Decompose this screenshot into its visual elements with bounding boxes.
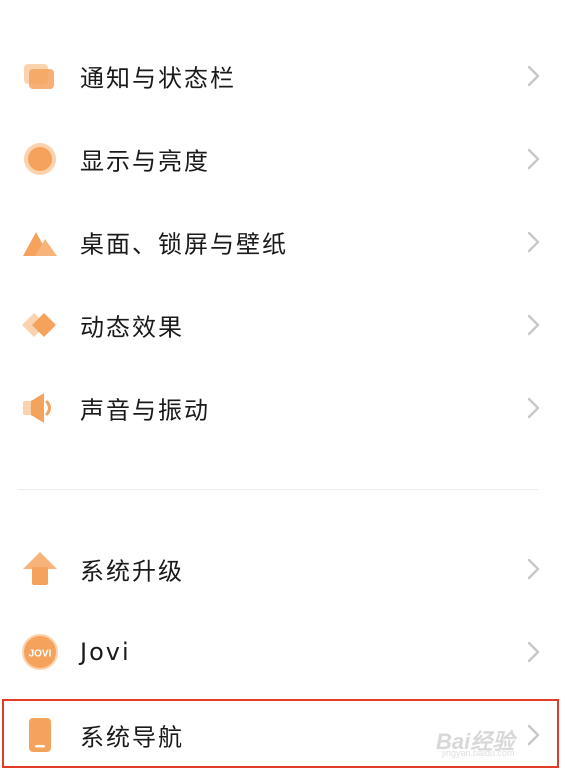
- watermark-url: jingyan.baidu.com: [442, 748, 515, 758]
- jovi-logo-text: JOVI: [29, 649, 52, 660]
- chevron-right-icon: [525, 396, 541, 420]
- wallpaper-icon: [20, 222, 60, 262]
- notification-icon: [20, 56, 60, 96]
- settings-item-label: 动态效果: [80, 313, 184, 342]
- chevron-right-icon: [525, 640, 541, 664]
- settings-item-desktop-lockscreen-wallpaper[interactable]: 桌面、锁屏与壁纸: [0, 200, 567, 284]
- settings-item-system-upgrade[interactable]: 系统升级: [0, 527, 567, 611]
- brightness-icon: [20, 139, 60, 179]
- settings-item-label: 显示与亮度: [80, 147, 210, 176]
- phone-navigation-icon: [20, 715, 60, 755]
- settings-item-dynamic-effects[interactable]: 动态效果: [0, 283, 567, 367]
- chevron-right-icon: [525, 230, 541, 254]
- section-divider: [18, 489, 538, 490]
- chevron-right-icon: [525, 313, 541, 337]
- settings-item-display-brightness[interactable]: 显示与亮度: [0, 117, 567, 201]
- settings-item-jovi[interactable]: JOVI Jovi: [0, 610, 567, 694]
- jovi-logo-icon: JOVI: [20, 632, 60, 672]
- settings-item-label: 声音与振动: [80, 396, 210, 425]
- chevron-right-icon: [525, 147, 541, 171]
- settings-item-label: 系统升级: [80, 557, 184, 586]
- chevron-right-icon: [525, 64, 541, 88]
- settings-item-notification-statusbar[interactable]: 通知与状态栏: [0, 34, 567, 118]
- settings-item-label: Jovi: [80, 638, 131, 666]
- chevron-right-icon: [525, 557, 541, 581]
- speaker-icon: [20, 388, 60, 428]
- settings-item-label: 通知与状态栏: [80, 64, 236, 93]
- baidu-jingyan-watermark: Bai经验 jingyan.baidu.com: [436, 712, 544, 758]
- settings-item-label: 桌面、锁屏与壁纸: [80, 230, 288, 259]
- upgrade-arrow-icon: [20, 549, 60, 589]
- settings-item-label: 系统导航: [80, 723, 184, 752]
- animation-icon: [20, 305, 60, 345]
- settings-item-sound-vibration[interactable]: 声音与振动: [0, 366, 567, 450]
